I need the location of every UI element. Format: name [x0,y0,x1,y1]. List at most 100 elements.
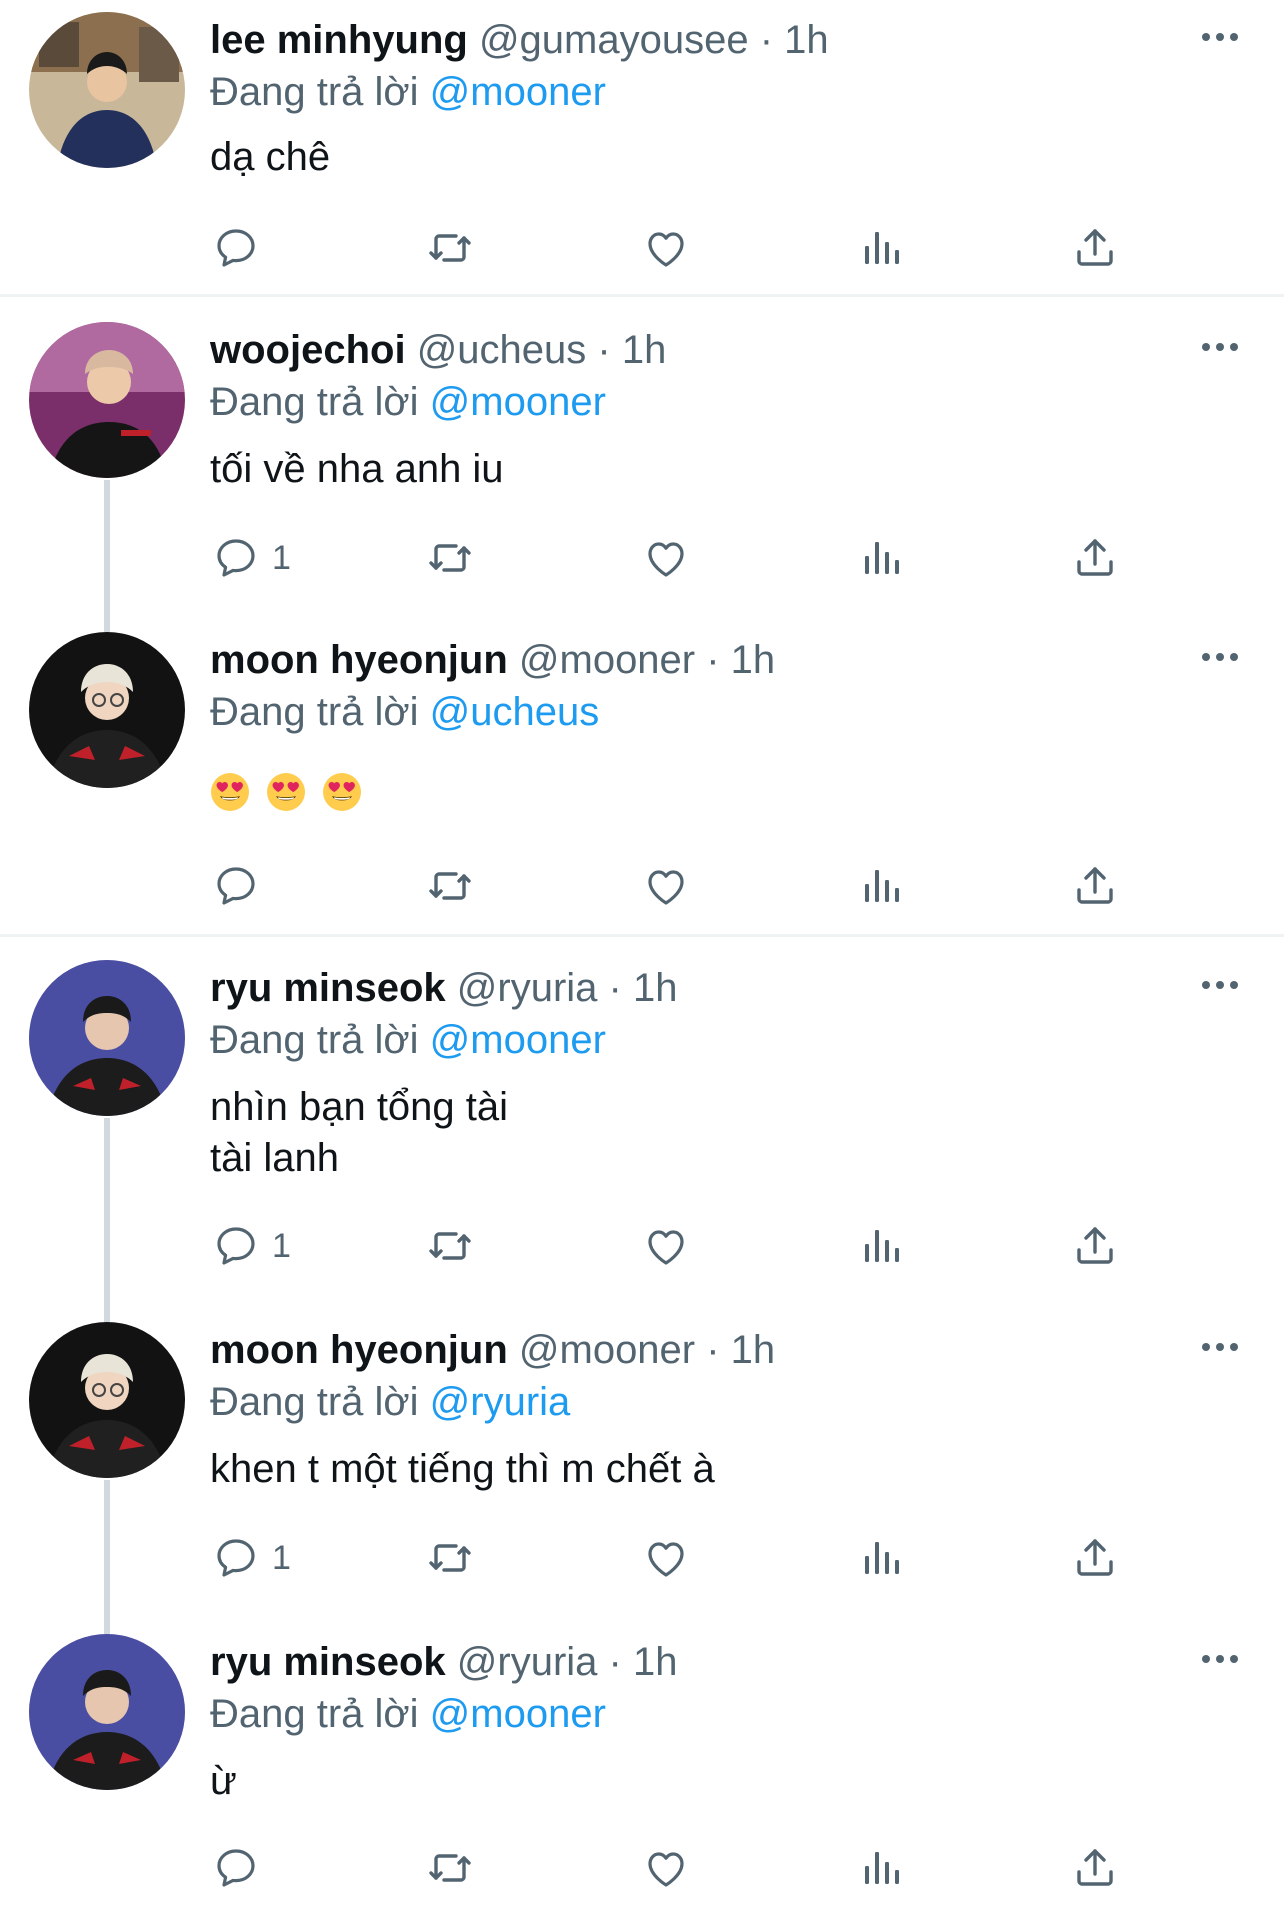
retweet-icon [426,224,474,272]
display-name[interactable]: woojechoi [210,328,406,372]
like-icon [642,224,690,272]
views-button[interactable] [857,1838,905,1898]
tweet[interactable]: ryu minseok @ryuria · 1h Đang trả lời @m… [0,948,1284,1310]
mention-link[interactable]: @ucheus [430,690,600,734]
reply-prefix: Đang trả lời [210,1380,419,1424]
tweet-header: ryu minseok @ryuria · 1h [210,964,677,1012]
tweet[interactable]: ryu minseok @ryuria · 1h Đang trả lời @m… [0,1622,1284,1920]
display-name[interactable]: moon hyeonjun [210,638,508,682]
reply-button[interactable]: 1 [212,1216,291,1276]
tweet-header: lee minhyung @gumayousee · 1h [210,16,829,64]
more-icon[interactable] [1198,642,1242,672]
reply-count: 1 [272,1226,291,1265]
action-bar: 1 [0,1216,1284,1276]
more-icon[interactable] [1198,332,1242,362]
user-handle[interactable]: @mooner [519,1328,695,1372]
tweet[interactable]: lee minhyung @gumayousee · 1h Đang trả l… [0,0,1284,296]
display-name[interactable]: moon hyeonjun [210,1328,508,1372]
like-button[interactable] [642,1838,690,1898]
retweet-button[interactable] [426,528,474,588]
replying-to: Đang trả lời @mooner [210,378,606,426]
more-icon[interactable] [1198,22,1242,52]
tweet[interactable]: woojechoi @ucheus · 1h Đang trả lời @moo… [0,310,1284,620]
reply-button[interactable] [212,856,272,916]
retweet-button[interactable] [426,856,474,916]
like-icon [642,862,690,910]
like-button[interactable] [642,1216,690,1276]
avatar[interactable] [29,322,185,478]
like-button[interactable] [642,856,690,916]
display-name[interactable]: ryu minseok [210,966,446,1010]
reply-button[interactable]: 1 [212,1528,291,1588]
share-button[interactable] [1071,856,1119,916]
avatar[interactable] [29,960,185,1116]
mention-link[interactable]: @ryuria [430,1380,571,1424]
views-button[interactable] [857,856,905,916]
mention-link[interactable]: @mooner [430,380,606,424]
tweet-text: tối về nha anh iu [210,447,504,491]
avatar[interactable] [29,1322,185,1478]
views-button[interactable] [857,218,905,278]
retweet-button[interactable] [426,1216,474,1276]
reply-button[interactable]: 1 [212,528,291,588]
reply-button[interactable] [212,1838,272,1898]
avatar[interactable] [29,632,185,788]
tweet-header: woojechoi @ucheus · 1h [210,326,666,374]
timestamp[interactable]: · 1h [706,638,775,682]
display-name[interactable]: ryu minseok [210,1640,446,1684]
like-icon [642,1222,690,1270]
share-icon [1071,1222,1119,1270]
replying-to: Đang trả lời @mooner [210,1690,606,1738]
like-button[interactable] [642,218,690,278]
retweet-button[interactable] [426,1528,474,1588]
avatar[interactable] [29,12,185,168]
views-button[interactable] [857,1216,905,1276]
tweet[interactable]: moon hyeonjun @mooner · 1h Đang trả lời … [0,620,1284,936]
views-icon [857,1844,905,1892]
divider [0,294,1284,297]
retweet-button[interactable] [426,218,474,278]
mention-link[interactable]: @mooner [430,1018,606,1062]
user-handle[interactable]: @mooner [519,638,695,682]
share-button[interactable] [1071,1838,1119,1898]
user-handle[interactable]: @ryuria [457,1640,598,1684]
divider [0,934,1284,937]
more-icon[interactable] [1198,970,1242,1000]
reply-count: 1 [272,538,291,577]
like-icon [642,1844,690,1892]
tweet[interactable]: moon hyeonjun @mooner · 1h Đang trả lời … [0,1310,1284,1622]
reply-icon [212,224,260,272]
avatar[interactable] [29,1634,185,1790]
reply-button[interactable] [212,218,272,278]
timestamp[interactable]: · 1h [609,966,678,1010]
mention-link[interactable]: @mooner [430,70,606,114]
share-button[interactable] [1071,218,1119,278]
like-button[interactable] [642,1528,690,1588]
reply-icon [212,1222,260,1270]
timestamp[interactable]: · 1h [706,1328,775,1372]
views-button[interactable] [857,528,905,588]
replying-to: Đang trả lời @mooner [210,1016,606,1064]
display-name[interactable]: lee minhyung [210,18,468,62]
share-button[interactable] [1071,1216,1119,1276]
tweet-text: khen t một tiếng thì m chết à [210,1447,715,1491]
user-handle[interactable]: @ryuria [457,966,598,1010]
like-button[interactable] [642,528,690,588]
more-icon[interactable] [1198,1332,1242,1362]
views-icon [857,224,905,272]
retweet-icon [426,862,474,910]
reply-icon [212,534,260,582]
tweet-header: moon hyeonjun @mooner · 1h [210,1326,775,1374]
share-button[interactable] [1071,528,1119,588]
timestamp[interactable]: · 1h [597,328,666,372]
timestamp[interactable]: · 1h [609,1640,678,1684]
more-icon[interactable] [1198,1644,1242,1674]
mention-link[interactable]: @mooner [430,1692,606,1736]
timestamp[interactable]: · 1h [760,18,829,62]
user-handle[interactable]: @ucheus [417,328,587,372]
share-button[interactable] [1071,1528,1119,1588]
user-handle[interactable]: @gumayousee [479,18,749,62]
views-button[interactable] [857,1528,905,1588]
thread-line [104,1118,110,1310]
retweet-button[interactable] [426,1838,474,1898]
